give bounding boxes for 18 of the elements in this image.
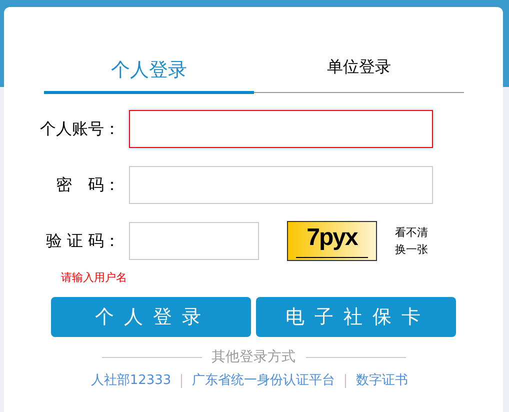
login-button[interactable]: 电子社保卡	[256, 297, 456, 337]
login-button[interactable]: 个人登录	[51, 297, 251, 337]
field-label: 密 码：	[55, 174, 121, 196]
password-field[interactable]	[129, 166, 433, 204]
login-link[interactable]: 数字证书	[345, 374, 418, 388]
field-label: 验 证 码：	[44, 230, 121, 252]
error-message: 请输入用户名	[61, 270, 127, 285]
login-tab[interactable]: 个人登录	[44, 53, 254, 94]
account-field[interactable]	[129, 110, 433, 148]
other-login-title: 其他登录方式	[212, 348, 296, 366]
login-link[interactable]: 广东省统一身份认证平台	[181, 374, 346, 388]
refresh-captcha-link[interactable]: 换一张	[395, 242, 428, 257]
login-link[interactable]: 人社部12333	[80, 374, 182, 388]
captcha-image[interactable]: 7pyx	[287, 221, 377, 261]
login-tab[interactable]: 单位登录	[254, 53, 464, 94]
refresh-captcha-link[interactable]: 看不清	[395, 225, 428, 240]
captcha-field[interactable]	[129, 222, 259, 260]
field-label: 个人账号：	[39, 118, 121, 140]
